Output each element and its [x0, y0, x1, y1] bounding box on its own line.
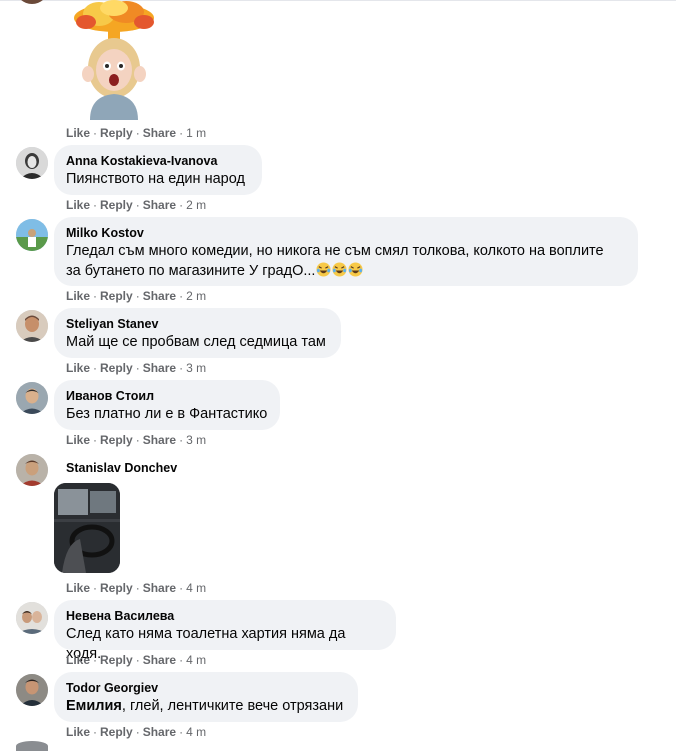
timestamp[interactable]: 4 m	[186, 725, 206, 739]
like-link[interactable]: Like	[66, 725, 90, 739]
separator: ·	[179, 581, 184, 595]
separator: ·	[93, 581, 98, 595]
comment-actions: Like · Reply · Share · 3 m	[66, 361, 206, 375]
separator: ·	[93, 653, 98, 667]
timestamp[interactable]: 3 m	[186, 433, 206, 447]
separator: ·	[93, 289, 98, 303]
share-link[interactable]: Share	[143, 126, 176, 140]
laughing-emoji-icon	[348, 262, 363, 277]
comment-author[interactable]: Todor Georgiev	[66, 680, 346, 696]
comment-author[interactable]: Stanislav Donchev	[66, 461, 177, 475]
comment-text: Май ще се пробвам след седмица там	[66, 334, 326, 350]
comment-actions: Like · Reply · Share · 3 m	[66, 433, 206, 447]
separator: ·	[179, 653, 184, 667]
like-link[interactable]: Like	[66, 126, 90, 140]
comment-bubble: Todor Georgiev Емилия, глей, лентичките …	[54, 672, 358, 722]
timestamp[interactable]: 4 m	[186, 653, 206, 667]
avatar[interactable]	[16, 602, 48, 634]
separator: ·	[135, 725, 140, 739]
laughing-emoji-icon	[332, 262, 347, 277]
comment-text-rest: , глей, лентичките вече отрязани	[121, 698, 344, 714]
timestamp[interactable]: 1 m	[186, 126, 206, 140]
comment-bubble: Milko Kostov Гледал съм много комедии, н…	[54, 217, 638, 286]
comment-bubble: Anna Kostakieva-Ivanova Пиянството на ед…	[54, 145, 262, 195]
share-link[interactable]: Share	[143, 361, 176, 375]
comment-text: Емилия, глей, лентичките вече отрязани	[66, 696, 346, 716]
reply-link[interactable]: Reply	[100, 653, 133, 667]
avatar[interactable]	[16, 310, 48, 342]
separator: ·	[135, 126, 140, 140]
avatar[interactable]	[16, 382, 48, 414]
share-link[interactable]: Share	[143, 725, 176, 739]
avatar[interactable]	[16, 674, 48, 706]
reply-link[interactable]: Reply	[100, 198, 133, 212]
avatar-next[interactable]	[16, 741, 48, 751]
separator: ·	[179, 725, 184, 739]
avatar[interactable]	[16, 219, 48, 251]
avatar[interactable]	[16, 454, 48, 486]
video-thumbnail[interactable]	[54, 483, 120, 573]
reply-link[interactable]: Reply	[100, 581, 133, 595]
separator: ·	[93, 198, 98, 212]
separator: ·	[93, 725, 98, 739]
separator: ·	[179, 289, 184, 303]
timestamp[interactable]: 2 m	[186, 289, 206, 303]
separator: ·	[179, 361, 184, 375]
reply-link[interactable]: Reply	[100, 725, 133, 739]
like-link[interactable]: Like	[66, 289, 90, 303]
comment-actions: Like · Reply · Share · 4 m	[66, 653, 206, 667]
share-link[interactable]: Share	[143, 289, 176, 303]
comment-text-line: Гледал съм много комедии, но никога не с…	[66, 243, 604, 259]
comment-actions: Like · Reply · Share · 1 m	[66, 126, 206, 140]
separator: ·	[135, 653, 140, 667]
comment-text: Без платно ли е в Фантастико	[66, 406, 268, 422]
like-link[interactable]: Like	[66, 433, 90, 447]
reply-link[interactable]: Reply	[100, 289, 133, 303]
share-link[interactable]: Share	[143, 433, 176, 447]
comment-author[interactable]: Иванов Стоил	[66, 388, 268, 404]
exploding-head-sticker[interactable]	[64, 0, 164, 120]
comment-text: Гледал съм много комедии, но никога не с…	[66, 241, 626, 281]
separator: ·	[135, 581, 140, 595]
share-link[interactable]: Share	[143, 653, 176, 667]
timestamp[interactable]: 3 m	[186, 361, 206, 375]
comment-actions: Like · Reply · Share · 4 m	[66, 725, 206, 739]
comment-author[interactable]: Milko Kostov	[66, 225, 626, 241]
separator: ·	[135, 361, 140, 375]
laughing-emoji-icon	[316, 262, 331, 277]
timestamp[interactable]: 2 m	[186, 198, 206, 212]
separator: ·	[179, 126, 184, 140]
like-link[interactable]: Like	[66, 581, 90, 595]
separator: ·	[135, 433, 140, 447]
comment-author[interactable]: Невена Василева	[66, 608, 384, 624]
comment-bubble: Steliyan Stanev Май ще се пробвам след с…	[54, 308, 341, 358]
share-link[interactable]: Share	[143, 581, 176, 595]
separator: ·	[93, 361, 98, 375]
share-link[interactable]: Share	[143, 198, 176, 212]
separator: ·	[135, 198, 140, 212]
comment-actions: Like · Reply · Share · 2 m	[66, 198, 206, 212]
separator: ·	[93, 126, 98, 140]
avatar[interactable]	[16, 147, 48, 179]
comment-text-line: за бутането по магазините У градО...	[66, 263, 316, 279]
separator: ·	[135, 289, 140, 303]
reply-link[interactable]: Reply	[100, 361, 133, 375]
comment-text: Пиянството на един народ	[66, 171, 245, 187]
separator: ·	[93, 433, 98, 447]
reply-link[interactable]: Reply	[100, 433, 133, 447]
comment-bubble: Иванов Стоил Без платно ли е в Фантастик…	[54, 380, 280, 430]
comment-actions: Like · Reply · Share · 4 m	[66, 581, 206, 595]
separator: ·	[179, 433, 184, 447]
mention-tag[interactable]: Емилия	[66, 698, 122, 714]
comment-actions: Like · Reply · Share · 2 m	[66, 289, 206, 303]
comment-author[interactable]: Steliyan Stanev	[66, 316, 329, 332]
comment-author[interactable]: Anna Kostakieva-Ivanova	[66, 153, 250, 169]
timestamp[interactable]: 4 m	[186, 581, 206, 595]
like-link[interactable]: Like	[66, 361, 90, 375]
separator: ·	[179, 198, 184, 212]
comment-bubble: Невена Василева След като няма тоалетна …	[54, 600, 396, 662]
like-link[interactable]: Like	[66, 198, 90, 212]
reply-link[interactable]: Reply	[100, 126, 133, 140]
like-link[interactable]: Like	[66, 653, 90, 667]
